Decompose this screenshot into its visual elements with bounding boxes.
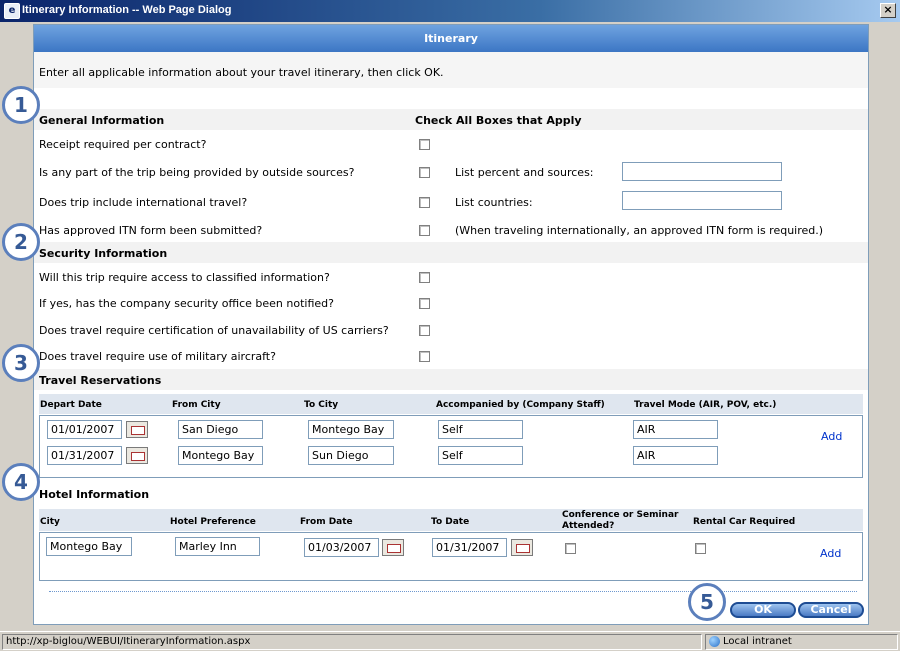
- from-city-input[interactable]: San Diego: [178, 420, 263, 439]
- question-receipt: Receipt required per contract?: [39, 138, 207, 151]
- from-city-input[interactable]: Montego Bay: [178, 446, 263, 465]
- calendar-icon[interactable]: [126, 421, 148, 438]
- travel-grid: 01/01/2007 San Diego Montego Bay Self AI…: [39, 415, 863, 478]
- col-conference: Conference or Seminar Attended?: [562, 510, 679, 531]
- accompanied-input[interactable]: Self: [438, 446, 523, 465]
- cancel-button[interactable]: Cancel: [798, 602, 864, 618]
- classified-checkbox[interactable]: [419, 272, 430, 283]
- question-us-carriers: Does travel require certification of una…: [39, 324, 389, 337]
- callout-1: 1: [2, 86, 40, 124]
- col-accompanied: Accompanied by (Company Staff): [436, 400, 605, 410]
- question-international: Does trip include international travel?: [39, 196, 248, 209]
- close-icon[interactable]: ×: [880, 3, 896, 18]
- col-city: City: [40, 517, 60, 527]
- list-countries-label: List countries:: [455, 196, 533, 209]
- divider: [49, 591, 857, 592]
- status-zone: Local intranet: [705, 634, 898, 650]
- calendar-icon[interactable]: [511, 539, 533, 556]
- hotel-grid-header: City Hotel Preference From Date To Date …: [39, 509, 863, 531]
- receipt-checkbox[interactable]: [419, 139, 430, 150]
- depart-date-input[interactable]: 01/31/2007: [47, 446, 122, 465]
- calendar-icon[interactable]: [126, 447, 148, 464]
- international-checkbox[interactable]: [419, 197, 430, 208]
- col-from-date: From Date: [300, 517, 353, 527]
- hotel-city-input[interactable]: Montego Bay: [46, 537, 132, 556]
- security-heading: Security Information: [39, 247, 168, 260]
- col-from-city: From City: [172, 400, 221, 410]
- travel-mode-input[interactable]: AIR: [633, 446, 718, 465]
- col-depart-date: Depart Date: [40, 400, 102, 410]
- accompanied-input[interactable]: Self: [438, 420, 523, 439]
- dialog-header: Itinerary: [34, 25, 868, 52]
- itn-note: (When traveling internationally, an appr…: [455, 224, 824, 237]
- travel-heading: Travel Reservations: [39, 374, 162, 387]
- browser-app-icon: e: [4, 3, 20, 19]
- col-hotel-preference: Hotel Preference: [170, 517, 256, 527]
- window-title: Itinerary Information -- Web Page Dialog: [22, 4, 232, 16]
- to-city-input[interactable]: Montego Bay: [308, 420, 394, 439]
- status-url: http://xp-biglou/WEBUI/ItineraryInformat…: [2, 634, 702, 650]
- question-outside-sources: Is any part of the trip being provided b…: [39, 166, 355, 179]
- ok-button[interactable]: OK: [730, 602, 796, 618]
- depart-date-input[interactable]: 01/01/2007: [47, 420, 122, 439]
- military-aircraft-checkbox[interactable]: [419, 351, 430, 362]
- col-travel-mode: Travel Mode (AIR, POV, etc.): [634, 400, 777, 410]
- zone-label: Local intranet: [723, 636, 792, 647]
- hotel-heading: Hotel Information: [39, 488, 150, 501]
- check-all-heading: Check All Boxes that Apply: [415, 114, 582, 127]
- add-travel-link[interactable]: Add: [821, 430, 842, 443]
- percent-sources-input[interactable]: [622, 162, 782, 181]
- window-title-bar: e Itinerary Information -- Web Page Dial…: [0, 0, 900, 22]
- rental-car-checkbox[interactable]: [695, 543, 706, 554]
- col-to-date: To Date: [431, 517, 470, 527]
- conference-checkbox[interactable]: [565, 543, 576, 554]
- hotel-from-date-input[interactable]: 01/03/2007: [304, 538, 379, 557]
- question-military-aircraft: Does travel require use of military airc…: [39, 350, 276, 363]
- question-security-notified: If yes, has the company security office …: [39, 297, 334, 310]
- hotel-grid: Montego Bay Marley Inn 01/03/2007 01/31/…: [39, 532, 863, 581]
- calendar-icon[interactable]: [382, 539, 404, 556]
- security-notified-checkbox[interactable]: [419, 298, 430, 309]
- question-classified: Will this trip require access to classif…: [39, 271, 330, 284]
- itn-form-checkbox[interactable]: [419, 225, 430, 236]
- callout-3: 3: [2, 344, 40, 382]
- callout-5: 5: [688, 583, 726, 621]
- col-rental-car: Rental Car Required: [693, 517, 796, 527]
- status-bar: http://xp-biglou/WEBUI/ItineraryInformat…: [0, 631, 900, 651]
- list-countries-input[interactable]: [622, 191, 782, 210]
- question-itn-form: Has approved ITN form been submitted?: [39, 224, 263, 237]
- intro-text: Enter all applicable information about y…: [39, 66, 444, 79]
- travel-mode-input[interactable]: AIR: [633, 420, 718, 439]
- general-heading: General Information: [39, 114, 165, 127]
- callout-2: 2: [2, 223, 40, 261]
- outside-sources-checkbox[interactable]: [419, 167, 430, 178]
- hotel-preference-input[interactable]: Marley Inn: [175, 537, 260, 556]
- col-to-city: To City: [304, 400, 339, 410]
- to-city-input[interactable]: Sun Diego: [308, 446, 394, 465]
- hotel-to-date-input[interactable]: 01/31/2007: [432, 538, 507, 557]
- add-hotel-link[interactable]: Add: [820, 547, 841, 560]
- us-carriers-checkbox[interactable]: [419, 325, 430, 336]
- percent-sources-label: List percent and sources:: [455, 166, 594, 179]
- itinerary-dialog: Itinerary Enter all applicable informati…: [33, 24, 869, 625]
- travel-grid-header: Depart Date From City To City Accompanie…: [39, 394, 863, 414]
- globe-icon: [709, 635, 720, 647]
- callout-4: 4: [2, 463, 40, 501]
